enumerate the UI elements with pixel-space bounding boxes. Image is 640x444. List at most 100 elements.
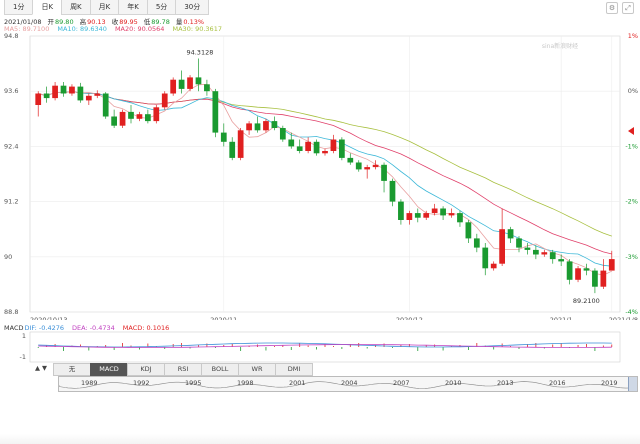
y-tick-label: 92.4 <box>4 142 18 150</box>
candle-body <box>220 132 227 142</box>
candle-body <box>296 146 303 151</box>
candle-body <box>381 164 387 181</box>
navigator-year-label: 2013 <box>497 379 514 387</box>
candle-body <box>575 268 581 280</box>
candle-body <box>313 141 320 154</box>
candle-body <box>279 128 286 140</box>
x-tick-label: 2021/1/8 <box>609 316 638 320</box>
candle-body <box>600 270 607 287</box>
macd-axis-tick: 1 <box>22 332 26 340</box>
candlestick-chart[interactable]: 94.893.692.491.29088.8 1%0%-1%-2%-3%-4% … <box>0 0 640 320</box>
indicator-tab-none[interactable]: 无 <box>53 363 91 376</box>
candle-body <box>423 213 430 218</box>
candle-body <box>77 86 84 101</box>
x-tick-label: 2020/10/13 <box>30 316 67 320</box>
candle-body <box>372 164 379 168</box>
candle-body <box>389 180 396 202</box>
candle-body <box>457 213 463 223</box>
candle-body <box>254 123 261 131</box>
candle-body <box>170 79 177 94</box>
indicator-tab-macd[interactable]: MACD <box>90 363 128 376</box>
candle-body <box>195 77 202 85</box>
candle-body <box>507 229 514 239</box>
candle-body <box>339 139 345 158</box>
range-navigator[interactable]: 1989 1992 1995 1998 2001 2004 2007 2010 2013 2016… <box>58 376 638 392</box>
y-tick-label: 91.2 <box>4 198 18 206</box>
macd-axis-tick: -1 <box>20 353 26 361</box>
candle-body <box>448 213 455 216</box>
candle-body <box>465 222 472 239</box>
candle-body <box>229 141 236 158</box>
indicator-tab-kdj[interactable]: KDJ <box>127 363 165 376</box>
candle-body <box>490 263 497 269</box>
candle-body <box>204 84 210 92</box>
y-pct-label: -4% <box>625 308 638 316</box>
price-annotations: 94.3128 89.2100 <box>186 48 599 305</box>
candles <box>35 58 615 294</box>
candle-body <box>69 86 75 94</box>
candle-body <box>263 121 269 131</box>
y-axis: 94.8 93.6 92.4 91.2 90 88.8 <box>4 32 18 316</box>
candle-body <box>237 130 244 158</box>
chart-grid <box>30 35 620 313</box>
candle-body <box>52 85 58 99</box>
candle-body <box>355 162 362 170</box>
candle-body <box>305 141 311 151</box>
candle-body <box>43 93 50 99</box>
y-tick-label: 90 <box>4 253 12 261</box>
y-tick-label: 88.8 <box>4 308 18 316</box>
candle-body <box>212 91 219 133</box>
candle-body <box>119 111 126 126</box>
x-axis: 2020/10/13 2020/11 2020/12 2021/1 2021/1/8 <box>30 316 638 320</box>
candle-body <box>533 249 539 255</box>
navigator-year-label: 1995 <box>185 379 202 387</box>
candle-body <box>35 93 42 105</box>
candle-body <box>524 247 531 250</box>
candle-body <box>246 123 252 131</box>
y-pct-label: 0% <box>628 87 638 95</box>
candle-body <box>482 247 489 269</box>
candle-body <box>558 259 565 262</box>
indicator-tab-dmi[interactable]: DMI <box>275 363 313 376</box>
candle-body <box>549 252 556 260</box>
candle-body <box>608 259 615 271</box>
indicator-arrows[interactable]: ▲ ▼ <box>28 363 54 374</box>
candle-body <box>288 139 295 147</box>
candle-body <box>94 93 101 96</box>
x-tick-label: 2020/11 <box>210 316 237 320</box>
navigator-year-label: 1998 <box>237 379 254 387</box>
navigator-year-label: 2010 <box>445 379 462 387</box>
candle-body <box>161 93 168 108</box>
y-pct-label: 1% <box>628 32 638 40</box>
navigator-year-label: 1992 <box>133 379 150 387</box>
y-tick-label: 94.8 <box>4 32 18 40</box>
candle-body <box>592 270 598 287</box>
candle-body <box>541 252 548 255</box>
candle-body <box>136 114 143 119</box>
navigator-handle[interactable] <box>628 377 637 391</box>
indicator-tab-rsi[interactable]: RSI <box>164 363 202 376</box>
candle-body <box>271 121 278 128</box>
indicator-tab-wr[interactable]: WR <box>238 363 276 376</box>
scroll-right-icon[interactable] <box>628 127 634 135</box>
navigator-year-label: 2016 <box>549 379 566 387</box>
x-tick-label: 2020/12 <box>396 316 423 320</box>
navigator-year-label: 1989 <box>81 379 98 387</box>
chart-plot-border <box>29 35 621 313</box>
watermark: sina新浪财经 <box>542 42 578 50</box>
candle-body <box>322 151 328 154</box>
candle-body <box>85 95 92 101</box>
candle-body <box>566 261 573 280</box>
candle-body <box>406 213 413 220</box>
candle-body <box>473 238 480 248</box>
indicator-tab-boll[interactable]: BOLL <box>201 363 239 376</box>
candle-body <box>60 85 67 94</box>
candle-body <box>128 111 134 119</box>
navigator-year-label: 2004 <box>341 379 358 387</box>
candle-body <box>440 208 446 216</box>
x-tick-label: 2021/1 <box>550 316 573 320</box>
candle-body <box>499 229 505 264</box>
y-pct-label: -3% <box>625 253 638 261</box>
y-tick-label: 93.6 <box>4 87 18 95</box>
y-pct-label: -1% <box>625 142 638 150</box>
